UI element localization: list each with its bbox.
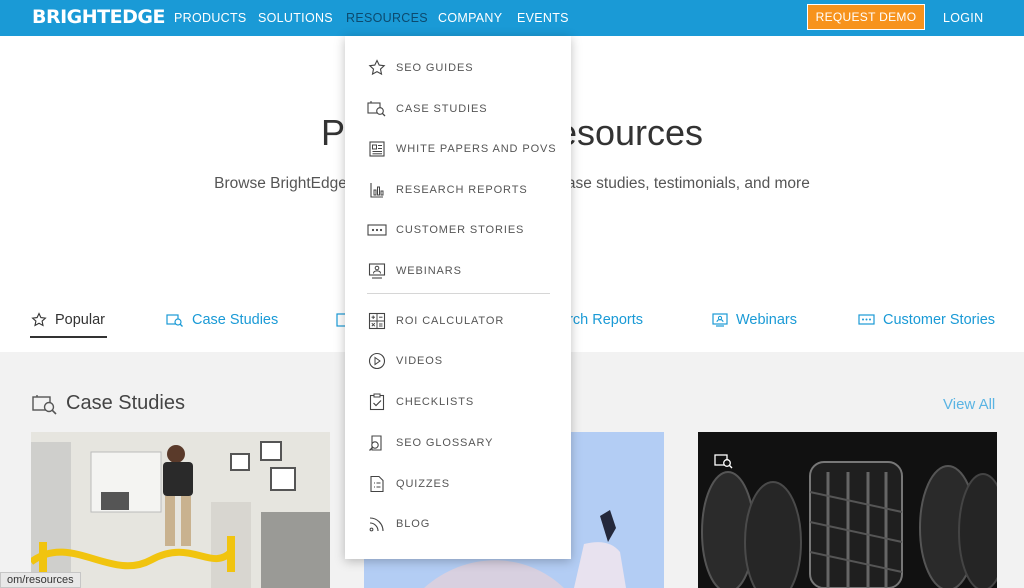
nav-resources[interactable]: RESOURCES xyxy=(346,11,428,25)
nav-solutions[interactable]: SOLUTIONS xyxy=(258,11,333,25)
menu-item-blog[interactable]: BLOG xyxy=(345,507,571,541)
menu-item-label: SEO GLOSSARY xyxy=(396,437,494,449)
top-navigation-bar: BRIGHTEDGE PRODUCTS SOLUTIONS RESOURCES … xyxy=(0,0,1024,36)
menu-item-webinars[interactable]: WEBINARS xyxy=(345,254,571,288)
menu-item-label: QUIZZES xyxy=(396,478,450,490)
active-tab-underline xyxy=(30,336,107,338)
case-study-icon xyxy=(32,393,58,415)
section-title-label: Case Studies xyxy=(66,392,185,414)
quiz-icon xyxy=(367,474,387,494)
tab-research-reports[interactable]: arch Reports xyxy=(560,312,643,328)
menu-item-customer-stories[interactable]: CUSTOMER STORIES xyxy=(345,213,571,247)
report-chart-icon xyxy=(367,180,387,200)
case-study-card-1[interactable] xyxy=(31,432,330,588)
chat-dots-icon xyxy=(367,220,387,240)
menu-item-quizzes[interactable]: QUIZZES xyxy=(345,467,571,501)
calculator-icon xyxy=(367,311,387,331)
menu-item-label: WEBINARS xyxy=(396,265,462,277)
menu-item-case-studies[interactable]: CASE STUDIES xyxy=(345,92,571,126)
checklist-icon xyxy=(367,392,387,412)
menu-item-label: SEO GUIDES xyxy=(396,62,474,74)
brightedge-logo[interactable]: BRIGHTEDGE xyxy=(32,6,165,28)
section-title: Case Studies xyxy=(32,392,185,415)
play-icon xyxy=(367,351,387,371)
menu-item-seo-glossary[interactable]: SEO GLOSSARY xyxy=(345,426,571,460)
menu-item-label: CASE STUDIES xyxy=(396,103,488,115)
menu-item-label: WHITE PAPERS AND POVS xyxy=(396,143,557,155)
case-study-image-3 xyxy=(698,432,997,588)
menu-divider xyxy=(367,293,550,294)
menu-item-label: VIDEOS xyxy=(396,355,443,367)
menu-item-videos[interactable]: VIDEOS xyxy=(345,344,571,378)
menu-item-label: BLOG xyxy=(396,518,431,530)
glossary-search-icon xyxy=(367,433,387,453)
page-subtitle-end: ase studies, testimonials, and more xyxy=(566,175,810,192)
page-subtitle-start: Browse BrightEdge xyxy=(214,175,347,192)
nav-events[interactable]: EVENTS xyxy=(517,11,569,25)
tab-webinars[interactable]: Webinars xyxy=(712,312,797,328)
tab-popular-label: Popular xyxy=(55,312,105,328)
tab-case-studies[interactable]: Case Studies xyxy=(166,312,278,328)
chat-dots-icon xyxy=(858,312,875,328)
page-title-end: esources xyxy=(556,112,704,153)
menu-item-checklists[interactable]: CHECKLISTS xyxy=(345,385,571,419)
menu-item-label: ROI CALCULATOR xyxy=(396,315,505,327)
tab-webinars-label: Webinars xyxy=(736,312,797,328)
menu-item-label: CHECKLISTS xyxy=(396,396,475,408)
resources-dropdown-menu: SEO GUIDES CASE STUDIES WHITE PAPERS AND… xyxy=(345,36,571,559)
case-study-card-3[interactable] xyxy=(698,432,997,588)
menu-item-label: CUSTOMER STORIES xyxy=(396,224,525,236)
case-study-badge-icon xyxy=(714,452,734,475)
tab-popular[interactable]: Popular xyxy=(31,312,105,328)
star-icon xyxy=(367,58,387,78)
menu-item-research-reports[interactable]: RESEARCH REPORTS xyxy=(345,173,571,207)
tab-customer-stories-label: Customer Stories xyxy=(883,312,996,328)
page-title-start: P xyxy=(320,112,345,153)
case-study-icon xyxy=(367,99,387,119)
nav-company[interactable]: COMPANY xyxy=(438,11,502,25)
view-all-link[interactable]: View All xyxy=(943,396,995,413)
tab-customer-stories[interactable]: Customer Stories xyxy=(858,312,995,328)
document-icon xyxy=(367,139,387,159)
case-study-icon xyxy=(166,312,184,328)
menu-item-white-papers[interactable]: WHITE PAPERS AND POVS xyxy=(345,132,571,166)
menu-item-seo-guides[interactable]: SEO GUIDES xyxy=(345,51,571,85)
login-link[interactable]: LOGIN xyxy=(943,11,983,25)
status-bar-url: om/resources xyxy=(0,572,81,588)
star-icon xyxy=(31,312,47,328)
nav-products[interactable]: PRODUCTS xyxy=(174,11,247,25)
webinar-icon xyxy=(712,312,728,328)
request-demo-button[interactable]: REQUEST DEMO xyxy=(807,4,925,30)
webinar-icon xyxy=(367,261,387,281)
menu-item-roi-calculator[interactable]: ROI CALCULATOR xyxy=(345,304,571,338)
tab-case-studies-label: Case Studies xyxy=(192,312,279,328)
menu-item-label: RESEARCH REPORTS xyxy=(396,184,528,196)
tab-research-reports-label: arch Reports xyxy=(560,312,644,328)
rss-icon xyxy=(367,514,387,534)
case-study-image-1 xyxy=(31,432,330,588)
